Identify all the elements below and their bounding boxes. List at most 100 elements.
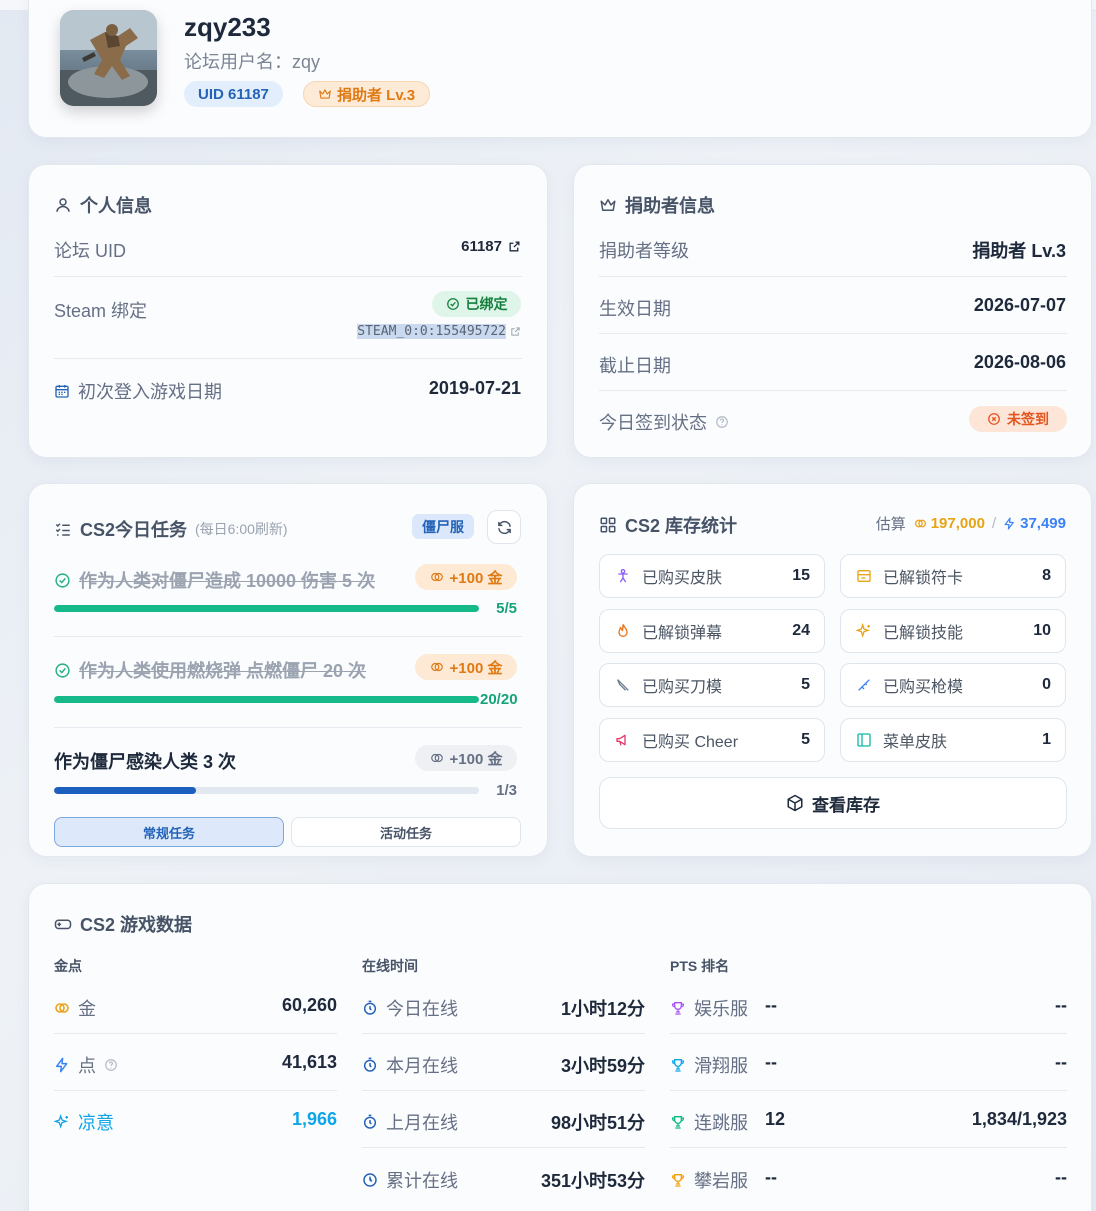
task-progress-text: 20/20 bbox=[480, 691, 518, 708]
forum-uid-value[interactable]: 61187 bbox=[461, 238, 521, 255]
view-inventory-button[interactable]: 查看库存 bbox=[599, 777, 1067, 829]
coolness-label: 凉意 bbox=[54, 1109, 114, 1135]
avatar bbox=[60, 10, 157, 106]
tab-regular-tasks[interactable]: 常规任务 bbox=[54, 817, 284, 847]
cube-icon bbox=[787, 794, 803, 812]
inventory-tile-skins[interactable]: 已购买皮肤 15 bbox=[599, 554, 825, 598]
forum-username: 论坛用户名：zqy bbox=[184, 52, 321, 72]
gold-label: 金 bbox=[54, 995, 96, 1021]
pts-score: -- bbox=[1055, 1167, 1067, 1187]
first-login-value: 2019-07-21 bbox=[428, 378, 521, 398]
task-item: 作为人类对僵尸造成 10000 伤害 5 次 bbox=[54, 567, 375, 593]
check-circle-icon bbox=[446, 298, 459, 310]
person-icon bbox=[614, 567, 632, 585]
divider bbox=[670, 1090, 1067, 1091]
zombie-server-tag[interactable]: 僵尸服 bbox=[412, 514, 474, 539]
help-icon[interactable] bbox=[104, 1058, 118, 1072]
donor-info-title: 捐助者信息 bbox=[599, 192, 715, 218]
divider bbox=[54, 1033, 337, 1034]
forum-uid-label: 论坛 UID bbox=[54, 241, 126, 261]
inventory-tile-cards[interactable]: 已解锁符卡 8 bbox=[840, 554, 1066, 598]
inventory-estimate: 估算 197,000 / 37,499 bbox=[875, 515, 1066, 533]
divider bbox=[54, 1090, 337, 1091]
task-item: 作为人类使用燃烧弹 点燃僵尸 20 次 bbox=[54, 657, 366, 683]
steam-id-link[interactable]: STEAM_0:0:155495722 bbox=[357, 324, 521, 339]
refresh-icon bbox=[497, 520, 511, 534]
clock-icon bbox=[363, 1173, 377, 1187]
external-link-icon bbox=[511, 327, 520, 336]
refresh-button[interactable] bbox=[487, 510, 521, 544]
checkin-label: 今日签到状态 bbox=[599, 409, 729, 435]
divider bbox=[599, 276, 1067, 277]
checklist-icon bbox=[55, 523, 70, 536]
divider bbox=[599, 390, 1067, 391]
task-text: 作为僵尸感染人类 3 次 bbox=[54, 752, 237, 772]
not-checked-in-badge: 未签到 bbox=[969, 406, 1067, 432]
grid-icon bbox=[600, 517, 616, 533]
pts-rank-header: PTS 排名 bbox=[670, 958, 730, 974]
donor-level-value: 捐助者 Lv.3 bbox=[972, 241, 1066, 261]
help-icon[interactable] bbox=[715, 415, 729, 429]
divider bbox=[599, 333, 1067, 334]
steam-bound-badge: 已绑定 bbox=[432, 291, 521, 317]
refresh-note: (每日6:00刷新) bbox=[195, 521, 288, 537]
coolness-value: 1,966 bbox=[291, 1109, 337, 1129]
total-online-label: 累计在线 bbox=[362, 1167, 458, 1193]
online-time-header: 在线时间 bbox=[362, 958, 418, 974]
task-progress-fill bbox=[54, 787, 196, 794]
task-progress-text: 5/5 bbox=[496, 600, 517, 617]
gold-value: 60,260 bbox=[281, 995, 337, 1015]
flame-icon bbox=[614, 622, 632, 640]
personal-info-title: 个人信息 bbox=[54, 192, 152, 218]
check-circle-icon bbox=[55, 662, 70, 678]
inventory-tile-knives[interactable]: 已购买刀模 5 bbox=[599, 663, 825, 707]
pts-rank: 12 bbox=[765, 1109, 786, 1129]
divider bbox=[362, 1090, 645, 1091]
inventory-tile-menu-skins[interactable]: 菜单皮肤 1 bbox=[840, 718, 1066, 762]
stopwatch-icon bbox=[363, 1114, 377, 1129]
task-text: 作为人类对僵尸造成 10000 伤害 5 次 bbox=[79, 571, 376, 591]
donor-badge: 捐助者 Lv.3 bbox=[303, 81, 431, 107]
trophy-icon bbox=[671, 1174, 685, 1187]
pts-rank: -- bbox=[765, 1167, 777, 1187]
end-date-value: 2026-08-06 bbox=[973, 352, 1066, 372]
pts-rank: -- bbox=[765, 995, 777, 1015]
inventory-title: CS2 库存统计 bbox=[599, 512, 737, 538]
username: zqy233 bbox=[184, 12, 271, 42]
trophy-icon bbox=[671, 1116, 685, 1129]
x-circle-icon bbox=[988, 413, 1000, 425]
last-month-online-label: 上月在线 bbox=[362, 1109, 458, 1135]
trophy-icon bbox=[671, 1002, 685, 1015]
inventory-tile-guns[interactable]: 已购买枪模 0 bbox=[840, 663, 1066, 707]
inventory-tile-barrage[interactable]: 已解锁弹幕 24 bbox=[599, 609, 825, 653]
tab-event-tasks[interactable]: 活动任务 bbox=[291, 817, 521, 847]
task-reward: +100 金 bbox=[415, 745, 517, 771]
steam-bind-label: Steam 绑定 bbox=[54, 301, 148, 321]
gold-points-header: 金点 bbox=[54, 958, 82, 974]
divider bbox=[362, 1033, 645, 1034]
trophy-icon bbox=[671, 1059, 685, 1072]
today-online-value: 1小时12分 bbox=[560, 999, 645, 1019]
sparkle-icon bbox=[54, 1114, 69, 1129]
divider bbox=[54, 636, 522, 637]
inventory-tile-cheer[interactable]: 已购买 Cheer 5 bbox=[599, 718, 825, 762]
panel-icon bbox=[855, 731, 873, 749]
card-icon bbox=[855, 567, 873, 585]
steam-id: STEAM_0:0:155495722 bbox=[357, 324, 506, 339]
daily-tasks-title: CS2今日任务 (每日6:00刷新) bbox=[54, 516, 288, 542]
uid-badge: UID 61187 bbox=[184, 81, 283, 107]
game-data-title: CS2 游戏数据 bbox=[54, 911, 192, 937]
last-month-online-value: 98小时51分 bbox=[550, 1113, 645, 1133]
start-date-value: 2026-07-07 bbox=[973, 295, 1066, 315]
month-online-value: 3小时59分 bbox=[560, 1056, 645, 1076]
task-progress-bar bbox=[54, 787, 479, 794]
task-item: 作为僵尸感染人类 3 次 bbox=[54, 748, 236, 774]
task-progress-fill bbox=[54, 696, 479, 703]
crown-icon bbox=[319, 89, 331, 99]
bolt-icon bbox=[1004, 517, 1014, 530]
today-online-label: 今日在线 bbox=[362, 995, 458, 1021]
knife-icon bbox=[614, 676, 632, 694]
task-progress-text: 1/3 bbox=[496, 782, 517, 799]
inventory-tile-skills[interactable]: 已解锁技能 10 bbox=[840, 609, 1066, 653]
task-text: 作为人类使用燃烧弹 点燃僵尸 20 次 bbox=[79, 661, 367, 681]
